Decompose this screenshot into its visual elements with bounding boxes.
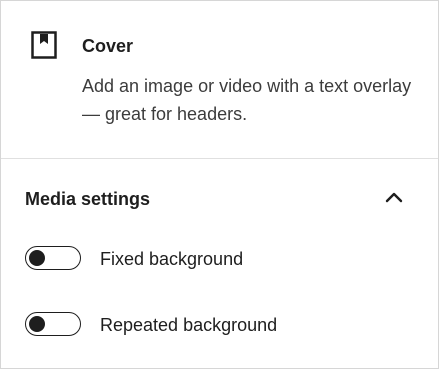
fixed-background-row: Fixed background xyxy=(25,244,425,274)
block-inspector-panel: Cover Add an image or video with a text … xyxy=(0,0,439,369)
media-settings-panel: Media settings Fixed background Repeated… xyxy=(1,159,438,368)
fixed-background-toggle[interactable] xyxy=(25,246,81,270)
repeated-background-toggle[interactable] xyxy=(25,312,81,336)
repeated-background-row: Repeated background xyxy=(25,310,425,340)
media-settings-toggle-header[interactable]: Media settings xyxy=(1,179,438,219)
fixed-background-label[interactable]: Fixed background xyxy=(100,248,243,270)
repeated-background-label[interactable]: Repeated background xyxy=(100,314,277,336)
block-description: Add an image or video with a text overla… xyxy=(82,76,412,124)
cover-block-icon xyxy=(31,31,57,59)
media-settings-title: Media settings xyxy=(25,189,151,209)
block-card: Cover Add an image or video with a text … xyxy=(1,1,438,159)
chevron-up-icon[interactable] xyxy=(384,188,404,208)
toggle-knob xyxy=(29,315,45,332)
toggle-knob xyxy=(29,249,45,266)
block-title: Cover xyxy=(82,36,134,56)
